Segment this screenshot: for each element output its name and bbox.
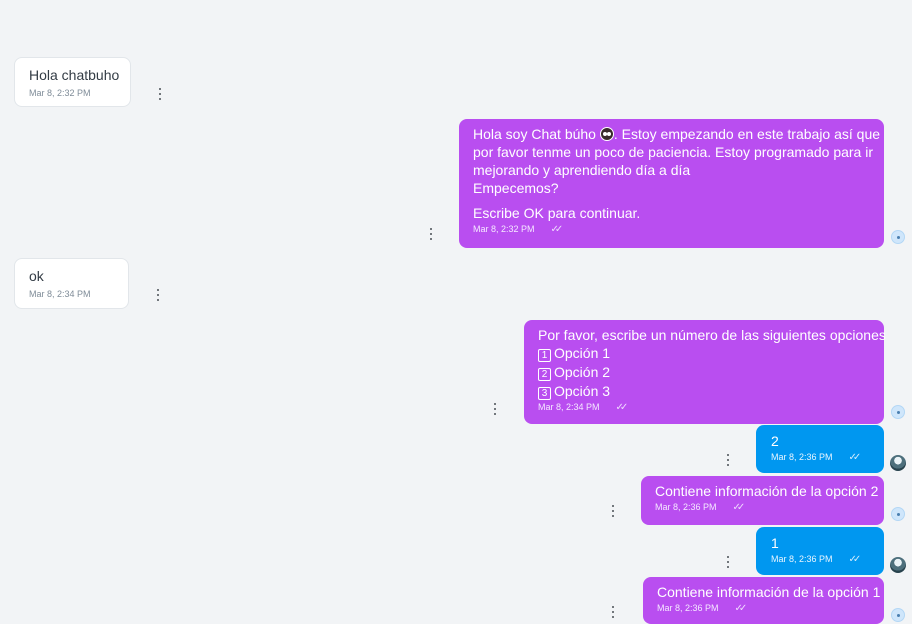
keycap-2-icon: 2 xyxy=(538,368,551,381)
message-options-icon[interactable] xyxy=(725,454,731,466)
bot-avatar xyxy=(891,608,905,622)
message-options-icon[interactable] xyxy=(428,228,434,240)
message-text: Escribe OK para continuar. xyxy=(473,205,641,221)
message-text: Contiene información de la opción 2 xyxy=(655,483,879,499)
double-check-icon: ✓✓ xyxy=(550,224,564,235)
message-options-icon[interactable] xyxy=(610,606,616,618)
message-timestamp: Mar 8, 2:36 PM ✓✓ xyxy=(655,502,746,513)
incoming-message: Hola chatbuho Mar 8, 2:32 PM xyxy=(14,57,131,107)
user-avatar xyxy=(890,455,906,471)
message-timestamp: Mar 8, 2:36 PM ✓✓ xyxy=(771,452,862,463)
message-text: mejorando y aprendiendo día a día xyxy=(473,162,691,178)
option-item: 1 Opción 1 xyxy=(538,344,870,362)
message-options-icon[interactable] xyxy=(725,556,731,568)
bot-avatar xyxy=(891,230,905,244)
message-timestamp: Mar 8, 2:32 PM xyxy=(29,88,91,98)
message-text: Hola chatbuho xyxy=(29,67,120,83)
message-timestamp: Mar 8, 2:36 PM ✓✓ xyxy=(771,554,862,565)
bot-message: Contiene información de la opción 2 Mar … xyxy=(641,476,884,525)
double-check-icon: ✓✓ xyxy=(734,603,748,614)
incoming-message: ok Mar 8, 2:34 PM xyxy=(14,258,129,309)
message-timestamp: Mar 8, 2:32 PM ✓✓ xyxy=(473,224,564,235)
message-text: Contiene información de la opción 1 xyxy=(657,584,881,600)
message-text: Por favor, escribe un número de las sigu… xyxy=(538,327,886,343)
message-text: por favor tenme un poco de paciencia. Es… xyxy=(473,144,874,160)
keycap-1-icon: 1 xyxy=(538,349,551,362)
keycap-3-icon: 3 xyxy=(538,387,551,400)
double-check-icon: ✓✓ xyxy=(732,502,746,513)
user-message: 2 Mar 8, 2:36 PM ✓✓ xyxy=(756,425,884,473)
message-text: 2 xyxy=(771,433,779,449)
message-timestamp: Mar 8, 2:34 PM xyxy=(29,289,91,299)
message-options-icon[interactable] xyxy=(610,505,616,517)
message-text: 1 xyxy=(771,535,779,551)
message-text: ok xyxy=(29,268,44,284)
message-timestamp: Mar 8, 2:36 PM ✓✓ xyxy=(657,603,748,614)
bot-message: Hola soy Chat búho . Estoy empezando en … xyxy=(459,119,884,248)
double-check-icon: ✓✓ xyxy=(848,554,862,565)
option-item: 2 Opción 2 xyxy=(538,363,870,381)
owl-emoji-icon xyxy=(599,127,614,141)
bot-avatar xyxy=(891,507,905,521)
message-text: Empecemos? xyxy=(473,180,559,196)
message-options-icon[interactable] xyxy=(492,403,498,415)
user-message: 1 Mar 8, 2:36 PM ✓✓ xyxy=(756,527,884,575)
option-item: 3 Opción 3 xyxy=(538,382,870,400)
double-check-icon: ✓✓ xyxy=(848,452,862,463)
message-options-icon[interactable] xyxy=(157,88,163,100)
user-avatar xyxy=(890,557,906,573)
bot-avatar xyxy=(891,405,905,419)
bot-message: Por favor, escribe un número de las sigu… xyxy=(524,320,886,424)
bot-message: Contiene información de la opción 1 Mar … xyxy=(643,577,884,624)
double-check-icon: ✓✓ xyxy=(615,402,629,413)
message-text: Hola soy Chat búho . Estoy empezando en … xyxy=(473,126,881,142)
message-timestamp: Mar 8, 2:34 PM ✓✓ xyxy=(538,402,629,413)
message-options-icon[interactable] xyxy=(155,289,161,301)
